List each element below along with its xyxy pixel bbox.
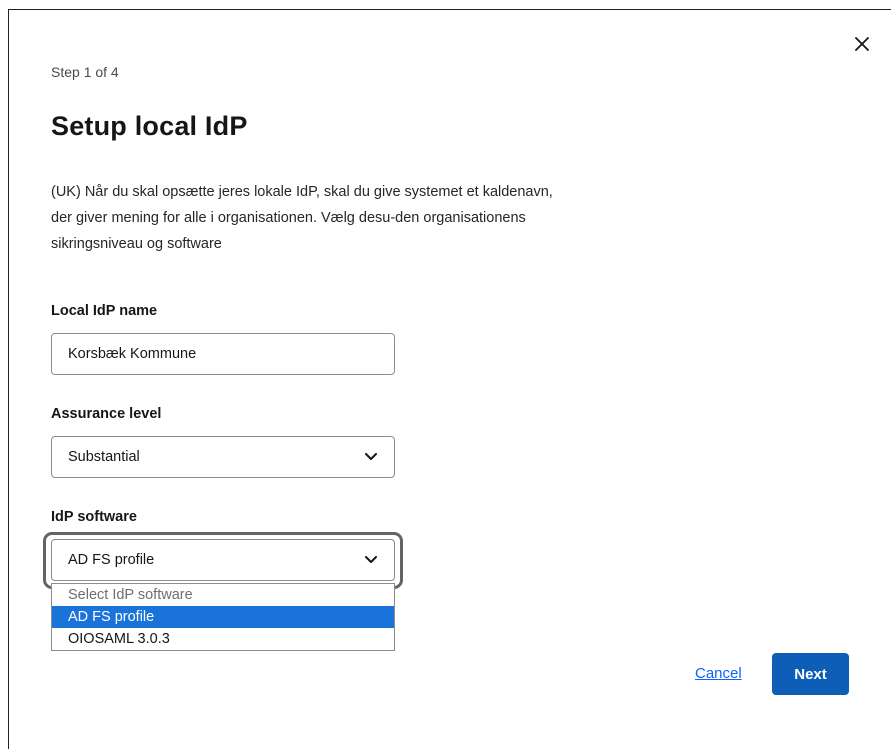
close-button[interactable] [852, 34, 872, 54]
cancel-link[interactable]: Cancel [695, 665, 742, 682]
assurance-level-value: Substantial [68, 449, 140, 465]
chevron-down-icon [364, 553, 378, 567]
assurance-level-label: Assurance level [51, 406, 162, 422]
dialog-description: (UK) Når du skal opsætte jeres lokale Id… [51, 184, 553, 252]
assurance-level-select[interactable]: Substantial [51, 436, 395, 478]
idp-name-input[interactable] [51, 333, 395, 375]
setup-idp-dialog: Step 1 of 4 Setup local IdP (UK) Når du … [8, 9, 891, 749]
close-icon [855, 37, 869, 51]
idp-software-options: Select IdP software AD FS profile OIOSAM… [51, 583, 395, 651]
dropdown-option[interactable]: Select IdP software [52, 584, 394, 606]
idp-name-label: Local IdP name [51, 303, 158, 319]
page-title: Setup local IdP [51, 111, 248, 141]
dropdown-option-selected[interactable]: AD FS profile [52, 606, 394, 628]
dropdown-option[interactable]: OIOSAML 3.0.3 [52, 628, 394, 650]
next-button[interactable]: Next [772, 653, 849, 695]
idp-software-label: IdP software [51, 509, 137, 525]
idp-software-select[interactable]: AD FS profile [51, 539, 395, 581]
idp-software-value: AD FS profile [68, 552, 155, 568]
step-indicator: Step 1 of 4 [51, 64, 119, 80]
chevron-down-icon [364, 450, 378, 464]
